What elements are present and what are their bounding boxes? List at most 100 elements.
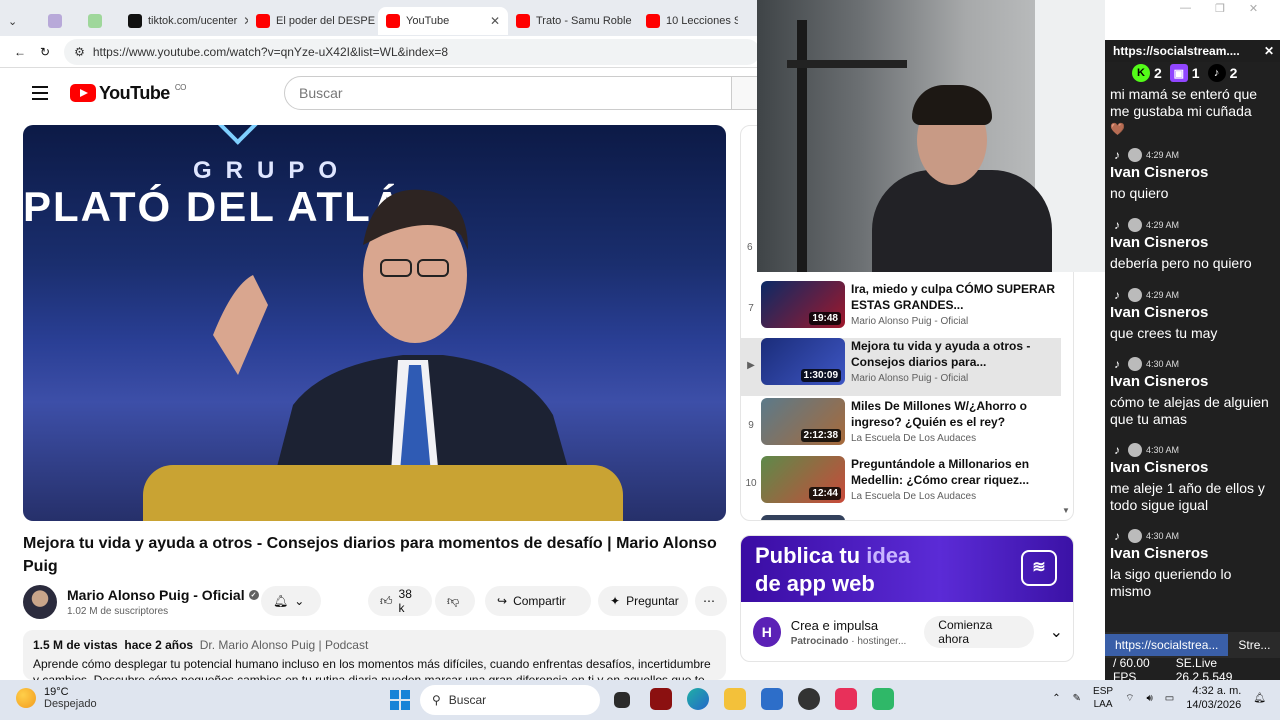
weather-widget[interactable]: 19°C Despejado [16,686,97,710]
stream-status-bar: / 60.00 FPS SE.Live 26.2.5.549 [1105,656,1280,684]
video-player[interactable]: GRUPO PLATÓ DEL ATLÁ [23,125,726,521]
url-field[interactable]: ⚙ https://www.youtube.com/watch?v=qnYze-… [64,38,760,65]
playlist-item-channel: Mario Alonso Puig - Oficial [851,373,969,384]
browser-tab[interactable]: Trato - Samu Roble✕ [508,7,638,35]
channel-row: Mario Alonso Puig - Oficial ✓ 1.02 M de s… [23,584,733,620]
menu-icon[interactable] [32,86,48,100]
chat-window-title: https://socialstream.... ✕ [1105,40,1280,62]
start-button[interactable] [390,690,410,710]
store-icon[interactable] [761,688,783,710]
twitch-icon: ▣ [1169,64,1188,82]
chat-message: ♪ 4:29 AM Ivan Cisneros que crees tu may [1110,288,1218,341]
browser-tab[interactable] [80,7,120,35]
minimize-icon[interactable]: — [1180,2,1191,15]
window-controls: — ❐ ✕ [1180,2,1258,15]
chevron-up-icon[interactable]: ⌃ [1052,693,1060,704]
language-indicator[interactable]: ESP LAA [1093,685,1113,711]
close-icon[interactable]: ✕ [1264,44,1274,58]
sofa [143,465,623,521]
notification-icon[interactable]: 🔔︎ [1253,693,1266,704]
chat-tab[interactable]: https://socialstrea... [1105,634,1229,656]
avatar [1128,443,1142,457]
chevron-down-icon: ⌄ [8,15,18,28]
playlist-item-title: Mejora tu vida y ayuda a otros - Consejo… [851,339,1031,369]
back-arrow-icon[interactable]: ← [14,45,26,59]
ad-cta-button[interactable]: Comienza ahora [924,616,1034,648]
tiktok-icon: ♪ [1207,64,1226,82]
heart-emoji-icon: 🤎 [1110,122,1125,136]
video-title: Mejora tu vida y ayuda a otros - Consejo… [23,535,717,575]
description-meta: 1.5 M de vistas hace 2 años Dr. Mario Al… [33,638,369,652]
edge-icon[interactable] [687,688,709,710]
browser-tab[interactable]: tiktok.com/ucenter✕ [120,7,248,35]
youtube-logo[interactable]: YouTube CO [70,83,186,104]
youtube-header: YouTube CO Buscar [0,70,760,116]
kick-icon: K [1132,64,1150,82]
video-thumbnail: 19:48 [761,281,845,328]
sparkle-icon: ✦ [610,594,621,608]
tab-list-button[interactable]: ⌄ [0,7,40,35]
tiktok-icon[interactable] [835,688,857,710]
viewer-counts: K2 ▣ 1 ♪ 2 [1132,64,1237,82]
playlist-item-title: Preguntándole a Millonarios en Medellin:… [851,457,1030,487]
close-icon[interactable]: ✕ [490,14,500,28]
playlist-item[interactable]: 10 12:44 Preguntándole a Millonarios en … [741,456,1061,512]
ask-button[interactable]: ✦ Preguntar [598,586,688,616]
site-info-icon[interactable]: ⚙ [74,45,85,59]
taskbar-search[interactable]: ⚲ Buscar [420,685,600,715]
tiktok-icon [128,14,142,28]
scroll-down-icon[interactable]: ▼ [1062,506,1070,515]
description-text: Aprende cómo desplegar tu potencial huma… [33,657,711,680]
app-icon[interactable] [872,688,894,710]
playlist-next-thumb [761,515,845,520]
avatar [1128,357,1142,371]
subscribed-bell-button[interactable]: 🔔︎ ⌄ [261,586,321,616]
close-icon[interactable]: ✕ [1249,2,1258,15]
playlist-item-current[interactable]: ▶ 1:30:09 Mejora tu vida y ayuda a otros… [741,338,1061,396]
more-actions-button[interactable]: ⋯ [695,586,727,616]
chat-top-partial: mi mamá se enteró que me gustaba mi cuña… [1110,86,1258,119]
chevron-down-icon[interactable]: ⌄ [1050,622,1063,642]
clock[interactable]: 4:32 a. m. 14/03/2026 [1186,684,1241,712]
dislike-button[interactable]: 👎︎ [435,586,475,616]
volume-icon[interactable]: 🔊︎ [1146,693,1152,704]
browser-tab[interactable] [40,7,80,35]
browser-tab[interactable]: El poder del DESPE✕ [248,7,378,35]
sponsored-ad[interactable]: Publica tu idea de app web ≋ H Crea e im… [740,535,1074,662]
tab-favicon-icon [88,14,102,28]
task-view-icon[interactable] [614,692,630,708]
channel-name-row[interactable]: Mario Alonso Puig - Oficial ✓ [67,587,259,603]
video-thumbnail: 2:12:38 [761,398,845,445]
ad-banner[interactable]: Publica tu idea de app web ≋ [741,536,1073,602]
share-button[interactable]: ↪ Compartir [485,586,591,616]
browser-tab[interactable]: 10 Lecciones So [638,7,738,35]
wifi-icon[interactable]: ⌔ [1125,692,1134,705]
avatar [1128,218,1142,232]
like-button[interactable]: 👍︎ 38 k [368,586,432,616]
gym-frame [787,60,907,68]
description-box[interactable]: 1.5 M de vistas hace 2 años Dr. Mario Al… [23,630,726,680]
youtube-play-icon [70,84,96,102]
streamer-hoodie [872,170,1052,272]
playlist-item[interactable]: 7 19:48 Ira, miedo y culpa CÓMO SUPERAR … [741,281,1061,337]
channel-avatar[interactable] [23,585,57,619]
share-icon: ↪ [497,594,508,608]
subscriber-count: 1.02 M de suscriptores [67,606,169,617]
avatar [1128,148,1142,162]
search-input[interactable]: Buscar [284,76,732,110]
browser-tab-active[interactable]: YouTube ✕ [378,7,508,35]
tiktok-icon: ♪ [1114,529,1120,543]
youtube-icon [646,14,660,28]
playlist-item[interactable]: 9 2:12:38 Miles De Millones W/¿Ahorro o … [741,398,1061,454]
playlist-item-channel: Mario Alonso Puig - Oficial [851,316,969,327]
battery-icon[interactable]: ▭ [1165,693,1174,704]
chat-tab[interactable]: Stre... [1238,638,1270,652]
restore-icon[interactable]: ❐ [1215,2,1225,15]
file-explorer-icon[interactable] [724,688,746,710]
obs-icon[interactable] [798,688,820,710]
playlist-item-title: Ira, miedo y culpa CÓMO SUPERAR ESTAS GR… [851,282,1056,312]
reload-icon[interactable]: ↻ [40,45,50,59]
app-icon[interactable] [650,688,672,710]
search-button[interactable] [732,76,760,110]
pen-icon[interactable]: ✎ [1073,693,1081,704]
